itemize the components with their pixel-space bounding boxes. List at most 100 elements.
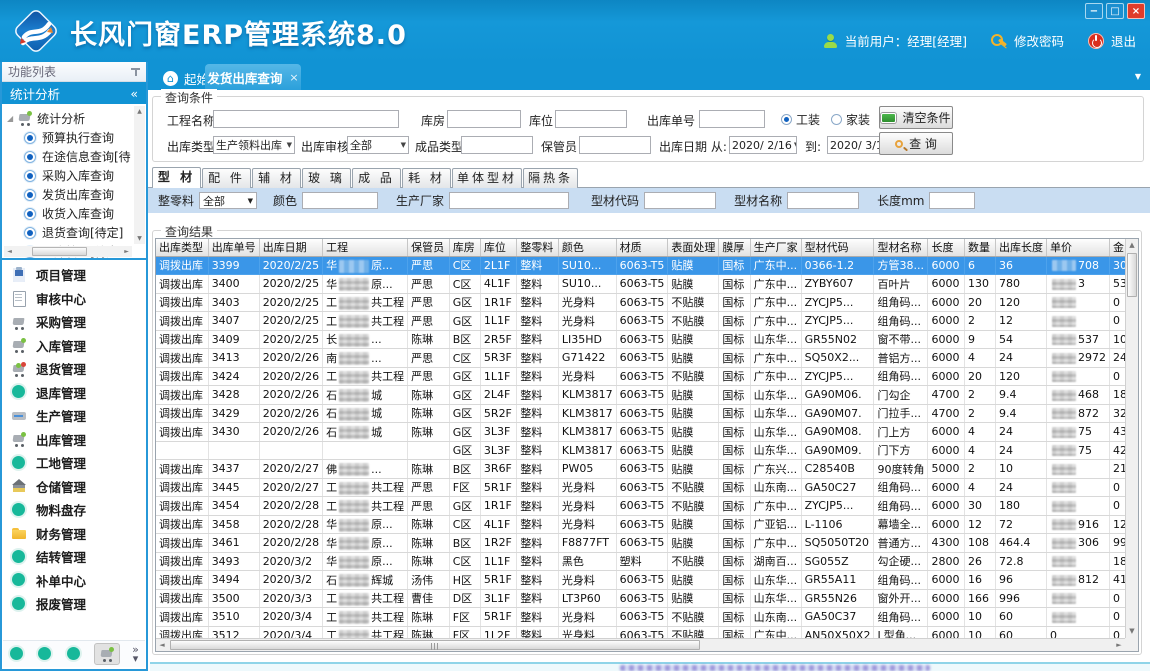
tree-item[interactable]: 在途信息查询[待 bbox=[7, 147, 131, 166]
tree-expander-icon[interactable]: ◢ bbox=[7, 114, 13, 123]
material-tab[interactable]: 耗 材 bbox=[402, 168, 451, 188]
whole-part-select[interactable]: 全部 ▼ bbox=[199, 192, 257, 209]
column-header[interactable]: 数量 bbox=[965, 239, 996, 256]
cart-button[interactable] bbox=[94, 643, 120, 665]
sidebar-item-退货管理[interactable]: 退货管理 bbox=[2, 357, 146, 381]
column-header[interactable]: 工程 bbox=[323, 239, 408, 256]
clear-conditions-button[interactable]: 清空条件 bbox=[879, 106, 953, 129]
column-header[interactable]: 库房 bbox=[449, 239, 480, 256]
sidebar-item-采购管理[interactable]: 采购管理 bbox=[2, 310, 146, 334]
column-header[interactable]: 膜厚 bbox=[719, 239, 750, 256]
color-input[interactable] bbox=[302, 192, 378, 209]
length-input[interactable] bbox=[929, 192, 975, 209]
radio-industrial[interactable]: 工装 bbox=[781, 111, 820, 128]
scrollbar-thumb[interactable] bbox=[32, 247, 87, 256]
scroll-left-icon[interactable]: ◄ bbox=[156, 639, 168, 651]
material-tab[interactable]: 辅 材 bbox=[252, 168, 301, 188]
sidebar-item-项目管理[interactable]: 项目管理 bbox=[2, 263, 146, 287]
sidebar-section-header[interactable]: 统计分析 « bbox=[2, 82, 146, 104]
column-header[interactable]: 长度 bbox=[928, 239, 965, 256]
column-header[interactable]: 出库类型 bbox=[156, 239, 208, 256]
radio-home-decor[interactable]: 家装 bbox=[831, 111, 870, 128]
material-tab[interactable]: 单体型材 bbox=[452, 168, 522, 188]
tree-item[interactable]: 退货查询[待定] bbox=[7, 223, 131, 242]
sidebar-item-物料盘存[interactable]: 物料盘存 bbox=[2, 498, 146, 522]
table-row[interactable]: 调拨出库33992020/2/25华原...严思C区2L1F整料SU10...6… bbox=[156, 256, 1138, 275]
tab-list-dropdown-icon[interactable]: ▼ bbox=[1135, 72, 1141, 81]
column-header[interactable]: 单价 bbox=[1046, 239, 1109, 256]
scroll-up-icon[interactable]: ▲ bbox=[1126, 239, 1138, 252]
keeper-input[interactable] bbox=[579, 136, 651, 154]
tree-item[interactable]: 采购入库查询 bbox=[7, 166, 131, 185]
scrollbar-thumb[interactable] bbox=[1127, 253, 1137, 297]
column-header[interactable]: 表面处理 bbox=[668, 239, 719, 256]
column-header[interactable]: 整零料 bbox=[517, 239, 559, 256]
table-row[interactable]: 调拨出库34292020/2/26石城陈琳G区5R2F整料KLM38176063… bbox=[156, 404, 1138, 423]
sidebar-item-仓储管理[interactable]: 仓储管理 bbox=[2, 475, 146, 499]
material-tab[interactable]: 型 材 bbox=[152, 167, 201, 188]
sidebar-item-审核中心[interactable]: 审核中心 bbox=[2, 287, 146, 311]
table-row[interactable]: 调拨出库34302020/2/26石城陈琳G区3L3F整料KLM38176063… bbox=[156, 423, 1138, 442]
scroll-down-icon[interactable]: ▼ bbox=[1126, 625, 1138, 638]
maximize-icon[interactable]: □ bbox=[1106, 3, 1124, 19]
profile-name-input[interactable] bbox=[787, 192, 859, 209]
sidebar-item-补单中心[interactable]: 补单中心 bbox=[2, 569, 146, 593]
out-type-select[interactable]: 生产领料出库 ▼ bbox=[213, 136, 295, 154]
dot-icon[interactable] bbox=[66, 646, 82, 662]
table-row[interactable]: 调拨出库34542020/2/28工共工程严思G区1R1F整料光身料6063-T… bbox=[156, 497, 1138, 516]
tab-shipment-outbound-query[interactable]: 发货出库查询 × bbox=[205, 64, 301, 90]
project-name-input[interactable] bbox=[213, 110, 399, 128]
tree-item[interactable]: 预算执行查询 bbox=[7, 128, 131, 147]
column-header[interactable]: 生产厂家 bbox=[750, 239, 801, 256]
column-header[interactable]: 型材代码 bbox=[801, 239, 874, 256]
horizontal-scrollbar[interactable]: ◄ ► bbox=[156, 638, 1125, 651]
table-row[interactable]: 调拨出库34282020/2/26石城陈琳G区2L4F整料KLM38176063… bbox=[156, 386, 1138, 405]
tree-vertical-scrollbar[interactable]: ▲ ▼ bbox=[134, 106, 145, 244]
sidebar-item-报废管理[interactable]: 报废管理 bbox=[2, 592, 146, 616]
sidebar-item-工地管理[interactable]: 工地管理 bbox=[2, 451, 146, 475]
table-row[interactable]: 调拨出库34132020/2/26南...严思C区5R3F整料G71422606… bbox=[156, 349, 1138, 368]
material-tab[interactable]: 隔热条 bbox=[523, 168, 578, 188]
sidebar-item-结转管理[interactable]: 结转管理 bbox=[2, 545, 146, 569]
overflow-chevron[interactable]: »▾ bbox=[132, 645, 139, 663]
column-header[interactable]: 保管员 bbox=[408, 239, 450, 256]
sidebar-item-财务管理[interactable]: 财务管理 bbox=[2, 522, 146, 546]
scroll-up-icon[interactable]: ▲ bbox=[134, 106, 145, 117]
table-row[interactable]: 调拨出库34582020/2/28华原...陈琳C区4L1F整料光身料6063-… bbox=[156, 515, 1138, 534]
table-row[interactable]: 调拨出库34032020/2/25工共工程严思G区1R1F整料光身料6063-T… bbox=[156, 293, 1138, 312]
product-type-input[interactable] bbox=[461, 136, 533, 154]
tree-item[interactable]: 发货出库查询 bbox=[7, 185, 131, 204]
column-header[interactable]: 出库长度 bbox=[995, 239, 1046, 256]
table-row[interactable]: 调拨出库34372020/2/27佛...陈琳B区3R6F整料PW056063-… bbox=[156, 460, 1138, 479]
sidebar-item-生产管理[interactable]: 生产管理 bbox=[2, 404, 146, 428]
table-row[interactable]: G区3L3F整料KLM38176063-T5贴膜国标山东华...GA90M09.… bbox=[156, 441, 1138, 460]
audit-select[interactable]: 全部 ▼ bbox=[347, 136, 409, 154]
column-header[interactable]: 库位 bbox=[480, 239, 516, 256]
search-button[interactable]: 查 询 bbox=[879, 132, 953, 155]
material-tab[interactable]: 配 件 bbox=[202, 168, 251, 188]
table-row[interactable]: 调拨出库34072020/2/25工共工程严思G区1L1F整料光身料6063-T… bbox=[156, 312, 1138, 331]
table-row[interactable]: 调拨出库34942020/3/2石辉城汤伟H区5R1F整料光身料6063-T5贴… bbox=[156, 571, 1138, 590]
scroll-right-icon[interactable]: ► bbox=[1113, 639, 1125, 651]
warehouse-input[interactable] bbox=[447, 110, 521, 128]
pin-icon[interactable] bbox=[131, 67, 140, 77]
tree-item[interactable]: 收货入库查询 bbox=[7, 204, 131, 223]
column-header[interactable]: 材质 bbox=[616, 239, 668, 256]
column-header[interactable]: 颜色 bbox=[558, 239, 616, 256]
location-input[interactable] bbox=[555, 110, 627, 128]
close-icon[interactable]: × bbox=[1127, 3, 1145, 19]
table-row[interactable]: 调拨出库34932020/3/2华原...陈琳C区1L1F整料黑色塑料不贴膜国标… bbox=[156, 552, 1138, 571]
scrollbar-thumb[interactable] bbox=[170, 640, 700, 650]
dot-icon[interactable] bbox=[9, 646, 25, 662]
table-row[interactable]: 调拨出库35002020/3/3工共工程曹佳D区3L1F整料LT3P606063… bbox=[156, 589, 1138, 608]
tree-horizontal-scrollbar[interactable]: ◄ ► bbox=[4, 246, 132, 257]
dot-icon[interactable] bbox=[37, 646, 53, 662]
sidebar-item-入库管理[interactable]: 入库管理 bbox=[2, 334, 146, 358]
sidebar-item-出库管理[interactable]: 出库管理 bbox=[2, 428, 146, 452]
logout-button[interactable]: 退出 bbox=[1111, 31, 1136, 50]
material-tab[interactable]: 成 品 bbox=[352, 168, 401, 188]
table-row[interactable]: 调拨出库34002020/2/25华原...严思C区4L1F整料SU10...6… bbox=[156, 275, 1138, 294]
scroll-left-icon[interactable]: ◄ bbox=[4, 246, 15, 257]
collapse-icon[interactable]: « bbox=[130, 86, 138, 101]
table-row[interactable]: 调拨出库35102020/3/4工共工程陈琳F区5R1F整料光身料6063-T5… bbox=[156, 608, 1138, 627]
